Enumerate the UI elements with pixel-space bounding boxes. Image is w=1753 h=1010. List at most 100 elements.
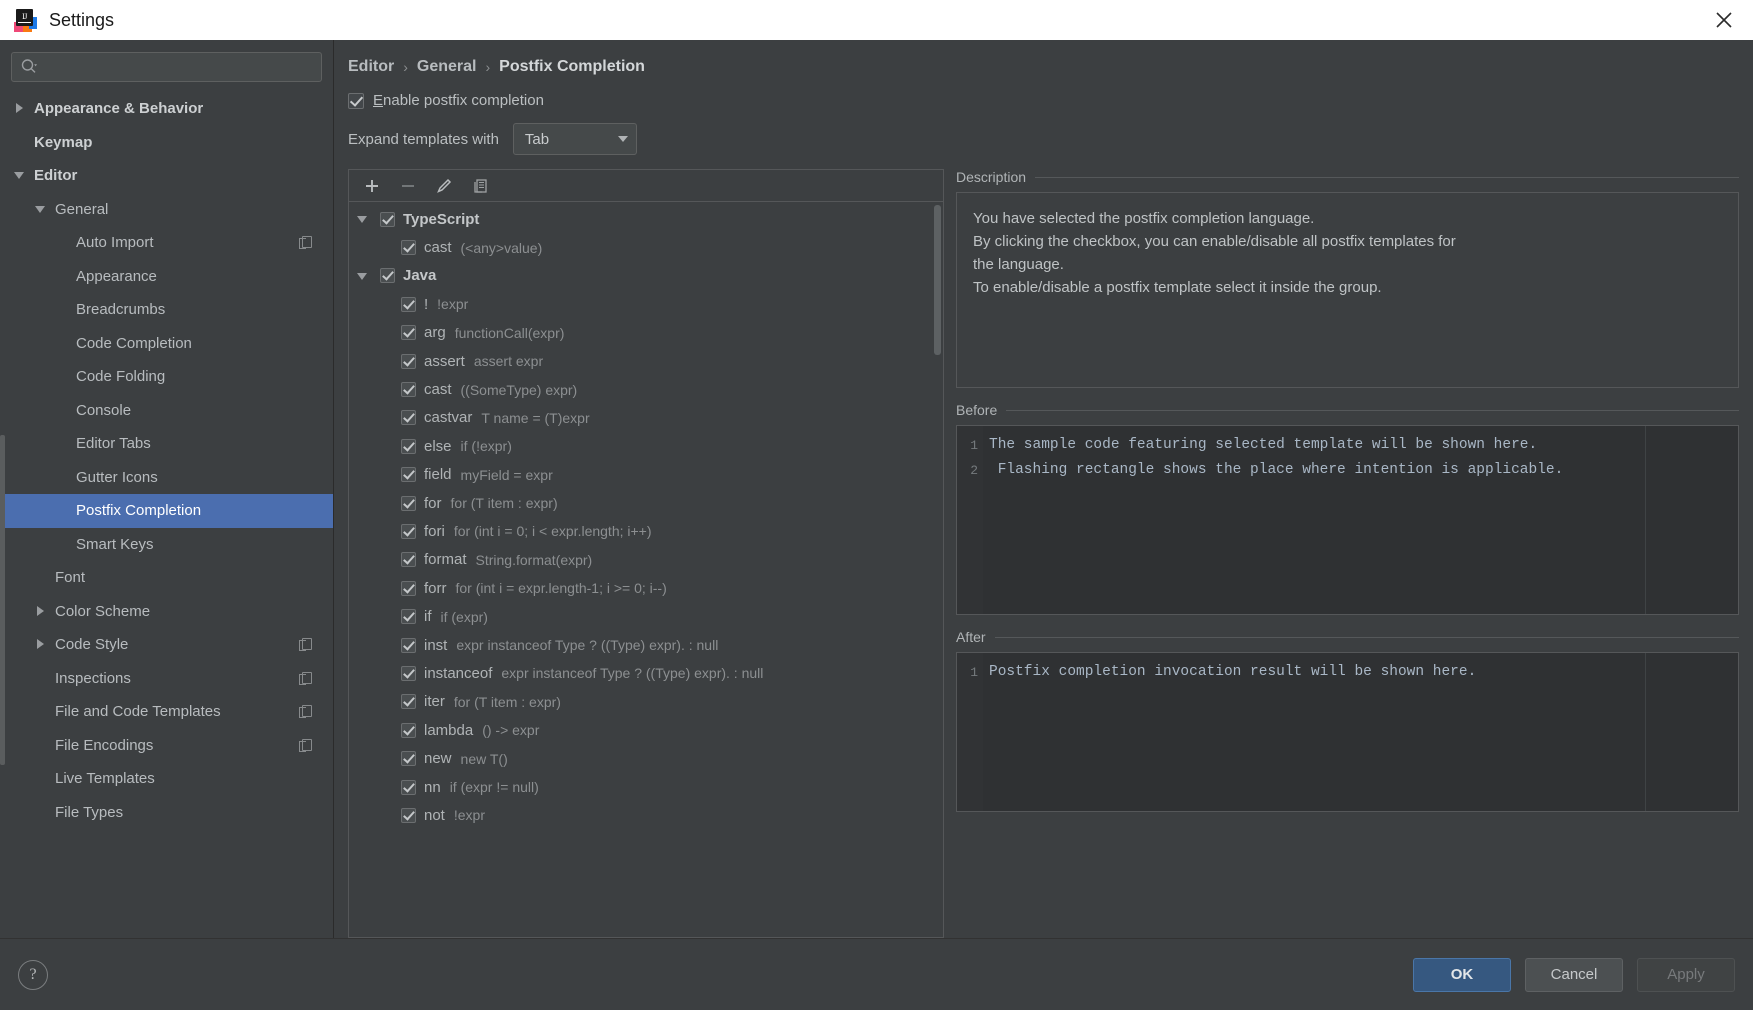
twisty-placeholder xyxy=(56,236,69,249)
template-row[interactable]: forr for (int i = expr.length-1; i >= 0; … xyxy=(349,574,943,602)
template-checkbox[interactable] xyxy=(401,694,416,710)
templates-scrollbar[interactable] xyxy=(934,205,941,934)
duplicate-icon[interactable] xyxy=(467,174,493,198)
sidebar-item-label: General xyxy=(55,200,109,218)
sidebar-item-general[interactable]: General xyxy=(0,193,333,227)
sidebar-item-code-folding[interactable]: Code Folding xyxy=(0,360,333,394)
ok-button[interactable]: OK xyxy=(1413,957,1511,992)
template-row[interactable]: arg functionCall(expr) xyxy=(349,319,943,347)
template-row[interactable]: else if (!expr) xyxy=(349,432,943,460)
template-row[interactable]: for for (T item : expr) xyxy=(349,489,943,517)
template-checkbox[interactable] xyxy=(401,665,416,681)
chevron-expanded-icon[interactable] xyxy=(14,169,27,182)
sidebar-item-smart-keys[interactable]: Smart Keys xyxy=(0,528,333,562)
template-row[interactable]: fori for (int i = 0; i < expr.length; i++… xyxy=(349,517,943,545)
template-key: lambda xyxy=(424,721,474,739)
template-row[interactable]: nn if (expr != null) xyxy=(349,773,943,801)
sidebar-item-color-scheme[interactable]: Color Scheme xyxy=(0,595,333,629)
template-checkbox[interactable] xyxy=(401,779,416,795)
sidebar-item-font[interactable]: Font xyxy=(0,561,333,595)
template-checkbox[interactable] xyxy=(401,722,416,738)
sidebar-item-postfix-completion[interactable]: Postfix Completion xyxy=(0,494,333,528)
expand-templates-select[interactable]: Tab xyxy=(512,123,637,155)
search-box[interactable] xyxy=(11,52,322,82)
chevron-expanded-icon[interactable] xyxy=(35,203,48,216)
copy-settings-icon xyxy=(299,671,312,685)
template-checkbox[interactable] xyxy=(401,296,416,312)
sidebar-item-console[interactable]: Console xyxy=(0,394,333,428)
settings-tree[interactable]: Appearance & Behavior Keymap Editor General… xyxy=(0,90,333,938)
cancel-button[interactable]: Cancel xyxy=(1525,957,1623,992)
add-icon[interactable] xyxy=(359,174,385,198)
sidebar-item-appearance[interactable]: Appearance xyxy=(0,260,333,294)
template-checkbox[interactable] xyxy=(401,523,416,539)
chevron-expanded-icon[interactable] xyxy=(357,212,371,226)
sidebar-scrollbar[interactable] xyxy=(0,135,5,898)
search-input[interactable] xyxy=(38,59,313,75)
template-checkbox[interactable] xyxy=(401,410,416,426)
templates-list[interactable]: TypeScript cast (<any>value) Java! !expr arg f… xyxy=(349,202,943,937)
template-checkbox[interactable] xyxy=(401,751,416,767)
sidebar-item-editor-tabs[interactable]: Editor Tabs xyxy=(0,427,333,461)
chevron-expanded-icon[interactable] xyxy=(357,269,371,283)
template-checkbox[interactable] xyxy=(401,609,416,625)
sidebar-item-breadcrumbs[interactable]: Breadcrumbs xyxy=(0,293,333,327)
template-row[interactable]: if if (expr) xyxy=(349,602,943,630)
template-row[interactable]: format String.format(expr) xyxy=(349,546,943,574)
template-checkbox[interactable] xyxy=(401,580,416,596)
chevron-collapsed-icon[interactable] xyxy=(35,605,48,618)
sidebar-item-gutter-icons[interactable]: Gutter Icons xyxy=(0,461,333,495)
template-row[interactable]: iter for (T item : expr) xyxy=(349,688,943,716)
chevron-collapsed-icon[interactable] xyxy=(35,638,48,651)
enable-postfix-completion-checkbox[interactable] xyxy=(348,92,364,109)
template-description: if (expr) xyxy=(440,608,488,625)
chevron-collapsed-icon[interactable] xyxy=(14,102,27,115)
sidebar-item-inspections[interactable]: Inspections xyxy=(0,662,333,696)
template-group-row[interactable]: TypeScript xyxy=(349,205,943,233)
sidebar-item-editor[interactable]: Editor xyxy=(0,159,333,193)
sidebar-item-file-and-code-templates[interactable]: File and Code Templates xyxy=(0,695,333,729)
template-row[interactable]: field myField = expr xyxy=(349,461,943,489)
template-checkbox[interactable] xyxy=(401,382,416,398)
template-group-row[interactable]: Java xyxy=(349,262,943,290)
close-icon[interactable] xyxy=(1701,0,1747,40)
template-checkbox[interactable] xyxy=(401,438,416,454)
template-row[interactable]: assert assert expr xyxy=(349,347,943,375)
template-checkbox[interactable] xyxy=(401,637,416,653)
sidebar-item-file-types[interactable]: File Types xyxy=(0,796,333,830)
sidebar-item-code-completion[interactable]: Code Completion xyxy=(0,327,333,361)
sidebar-item-file-encodings[interactable]: File Encodings xyxy=(0,729,333,763)
template-checkbox[interactable] xyxy=(401,495,416,511)
sidebar-item-label: Code Completion xyxy=(76,334,192,352)
edit-icon[interactable] xyxy=(431,174,457,198)
sidebar-item-keymap[interactable]: Keymap xyxy=(0,126,333,160)
search-icon xyxy=(20,58,38,76)
sidebar-item-code-style[interactable]: Code Style xyxy=(0,628,333,662)
sidebar-item-live-templates[interactable]: Live Templates xyxy=(0,762,333,796)
help-button[interactable]: ? xyxy=(18,959,48,990)
template-checkbox[interactable] xyxy=(401,353,416,369)
expand-templates-value: Tab xyxy=(524,130,550,148)
template-checkbox[interactable] xyxy=(401,240,416,256)
template-row[interactable]: cast ((SomeType) expr) xyxy=(349,375,943,403)
template-checkbox[interactable] xyxy=(401,552,416,568)
sidebar-item-appearance-behavior[interactable]: Appearance & Behavior xyxy=(0,92,333,126)
template-row[interactable]: new new T() xyxy=(349,744,943,772)
template-row[interactable]: lambda () -> expr xyxy=(349,716,943,744)
template-checkbox[interactable] xyxy=(380,211,395,227)
template-checkbox[interactable] xyxy=(401,807,416,823)
template-row[interactable]: ! !expr xyxy=(349,290,943,318)
sidebar-scrollbar-thumb[interactable] xyxy=(0,435,5,765)
template-row[interactable]: castvar T name = (T)expr xyxy=(349,404,943,432)
remove-icon xyxy=(395,174,421,198)
template-row[interactable]: instanceof expr instanceof Type ? ((Type)… xyxy=(349,659,943,687)
enable-postfix-completion-row[interactable]: Enable postfix completion xyxy=(334,76,1753,109)
template-row[interactable]: inst expr instanceof Type ? ((Type) expr)… xyxy=(349,631,943,659)
template-row[interactable]: not !expr xyxy=(349,801,943,829)
template-checkbox[interactable] xyxy=(401,325,416,341)
template-checkbox[interactable] xyxy=(401,467,416,483)
templates-scrollbar-thumb[interactable] xyxy=(934,205,941,355)
template-row[interactable]: cast (<any>value) xyxy=(349,233,943,261)
template-checkbox[interactable] xyxy=(380,268,395,284)
sidebar-item-auto-import[interactable]: Auto Import xyxy=(0,226,333,260)
